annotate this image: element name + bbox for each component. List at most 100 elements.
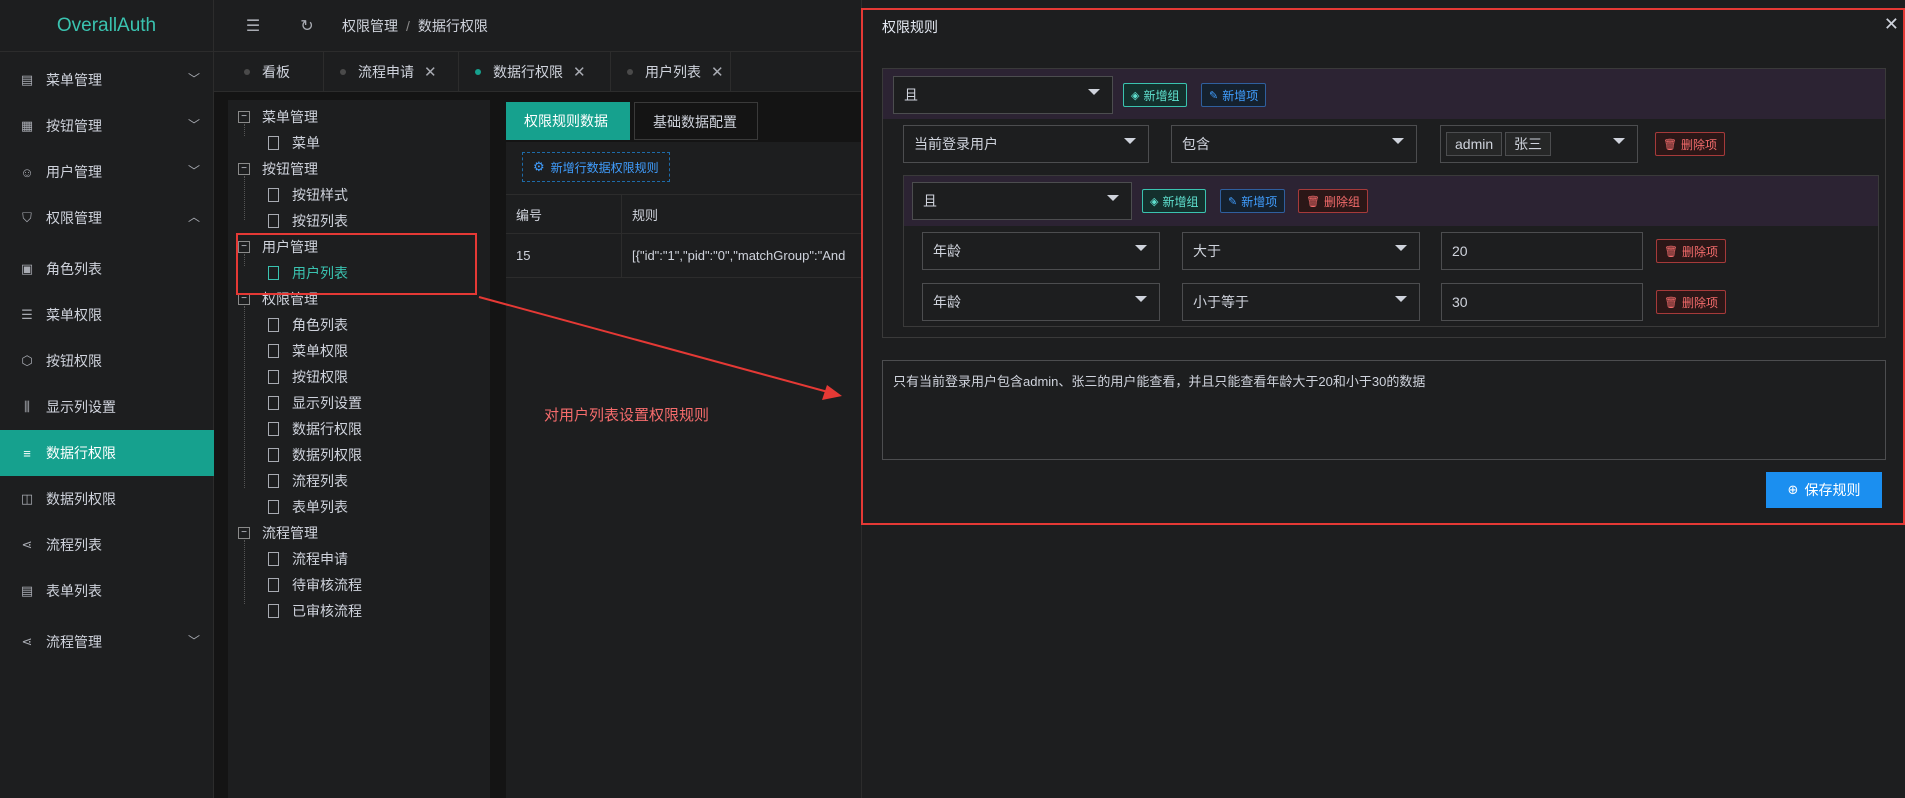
tree-node-row-permission[interactable]: 数据行权限 — [268, 418, 362, 440]
delete-item-label: 删除项 — [1681, 295, 1718, 310]
sidebar-item-role-list[interactable]: ▣ 角色列表 — [0, 246, 214, 292]
field-select-value: 当前登录用户 — [914, 136, 998, 152]
collapse-icon[interactable]: − — [238, 163, 250, 175]
refresh-icon[interactable]: ↻ — [296, 16, 318, 36]
tab-flow-apply[interactable]: 流程申请 ✕ — [324, 52, 459, 92]
tree-node-button-management[interactable]: − 按钮管理 — [238, 158, 318, 180]
value-input[interactable]: 20 — [1441, 232, 1643, 270]
logic-select-value: 且 — [923, 193, 937, 209]
rule-group-inner: 且 ◈ 新增组 ✎ 新增项 🗑 删除组 年龄 大于 20 🗑 删除项 年龄 小于… — [903, 175, 1879, 327]
sidebar-item-label: 用户管理 — [46, 164, 102, 180]
close-icon[interactable]: ✕ — [424, 63, 437, 81]
value-tag[interactable]: 张三 — [1505, 132, 1551, 156]
tree-node-button-list[interactable]: 按钮列表 — [268, 210, 348, 232]
operator-select-value: 包含 — [1182, 136, 1210, 152]
add-row-rule-button[interactable]: ⚙ 新增行数据权限规则 — [522, 152, 670, 182]
tab-dashboard[interactable]: 看板 — [228, 52, 324, 92]
breadcrumb-item[interactable]: 权限管理 — [342, 18, 398, 34]
sidebar-item-column-settings[interactable]: ⫼ 显示列设置 — [0, 384, 214, 430]
close-icon[interactable]: ✕ — [573, 63, 586, 81]
note-icon: ✎ — [1209, 89, 1219, 102]
logic-select-value: 且 — [904, 87, 918, 103]
chevron-down-icon: ﹀ — [187, 118, 200, 132]
document-icon — [268, 500, 279, 514]
add-group-button[interactable]: ◈ 新增组 — [1142, 189, 1207, 213]
tree-node-column-permission[interactable]: 数据列权限 — [268, 444, 362, 466]
field-select[interactable]: 年龄 — [922, 232, 1160, 270]
grid-header-id[interactable]: 编号 — [506, 195, 622, 233]
value-input[interactable]: 30 — [1441, 283, 1643, 321]
sidebar-item-user-management[interactable]: ☺ 用户管理 ﹀ — [0, 149, 214, 195]
sidebar-item-button-permission[interactable]: ⬡ 按钮权限 — [0, 338, 214, 384]
tab-base-config[interactable]: 基础数据配置 — [634, 102, 758, 140]
sidebar-item-flow-list[interactable]: ⋖ 流程列表 — [0, 522, 214, 568]
sidebar-item-flow-management[interactable]: ⋖ 流程管理 ﹀ — [0, 619, 214, 665]
chevron-down-icon: ﹀ — [187, 634, 200, 648]
delete-group-button[interactable]: 🗑 删除组 — [1298, 189, 1368, 213]
add-item-label: 新增项 — [1241, 194, 1278, 209]
operator-select[interactable]: 大于 — [1182, 232, 1420, 270]
sidebar-item-permission-management[interactable]: ⛉ 权限管理 ︿ — [0, 195, 214, 241]
collapse-icon[interactable]: − — [238, 111, 250, 123]
document-icon — [268, 188, 279, 202]
add-group-button[interactable]: ◈ 新增组 — [1123, 83, 1188, 107]
trash-icon: 🗑 — [1663, 138, 1677, 151]
tree-node-menu-management[interactable]: − 菜单管理 — [238, 106, 318, 128]
sidebar-item-label: 按钮权限 — [46, 353, 102, 369]
delete-item-button[interactable]: 🗑 删除项 — [1656, 290, 1726, 314]
sidebar-item-row-permission[interactable]: ≡ 数据行权限 — [0, 430, 214, 476]
tree-node-approved-flow[interactable]: 已审核流程 — [268, 600, 362, 622]
share-icon: ⋖ — [21, 537, 33, 552]
tree-node-form-list[interactable]: 表单列表 — [268, 496, 348, 518]
sidebar-item-column-permission[interactable]: ◫ 数据列权限 — [0, 476, 214, 522]
tab-row-permission[interactable]: 数据行权限 ✕ — [459, 52, 611, 92]
collapse-menu-icon[interactable]: ☰ — [242, 16, 264, 36]
value-tag[interactable]: admin — [1446, 132, 1503, 156]
save-rule-button[interactable]: ⊕ 保存规则 — [1766, 472, 1882, 508]
tree-node-flow-management[interactable]: − 流程管理 — [238, 522, 318, 544]
tree-node-button-permission[interactable]: 按钮权限 — [268, 366, 348, 388]
close-icon[interactable]: ✕ — [711, 63, 724, 81]
tab-dot — [244, 69, 250, 75]
sidebar-item-button-management[interactable]: ▦ 按钮管理 ﹀ — [0, 103, 214, 149]
field-select[interactable]: 当前登录用户 — [903, 125, 1149, 163]
document-icon — [268, 578, 279, 592]
collapse-icon[interactable]: − — [238, 527, 250, 539]
trash-icon: 🗑 — [1664, 296, 1678, 309]
tree-node-button-style[interactable]: 按钮样式 — [268, 184, 348, 206]
tab-user-list[interactable]: 用户列表 ✕ — [611, 52, 731, 92]
tree-node-menu[interactable]: 菜单 — [268, 132, 320, 154]
shield-icon: ⛉ — [22, 210, 32, 225]
save-rule-label: 保存规则 — [1804, 482, 1861, 498]
logic-select[interactable]: 且 — [893, 76, 1113, 114]
tab-dot — [627, 69, 633, 75]
sidebar-item-label: 数据行权限 — [46, 445, 116, 461]
tree-node-flow-apply[interactable]: 流程申请 — [268, 548, 348, 570]
logic-select[interactable]: 且 — [912, 182, 1132, 220]
rule-description-textarea[interactable]: 只有当前登录用户包含admin、张三的用户能查看，并且只能查看年龄大于20和小于… — [882, 360, 1886, 460]
add-item-button[interactable]: ✎ 新增项 — [1201, 83, 1267, 107]
sidebar-item-label: 流程列表 — [46, 537, 102, 553]
delete-group-label: 删除组 — [1323, 194, 1360, 209]
delete-item-button[interactable]: 🗑 删除项 — [1656, 239, 1726, 263]
tree-node-column-settings[interactable]: 显示列设置 — [268, 392, 362, 414]
add-item-button[interactable]: ✎ 新增项 — [1220, 189, 1286, 213]
button-icon: ▦ — [20, 118, 34, 133]
tree-node-menu-permission[interactable]: 菜单权限 — [268, 340, 348, 362]
delete-item-button[interactable]: 🗑 删除项 — [1655, 132, 1725, 156]
sidebar-item-form-list[interactable]: ▤ 表单列表 — [0, 568, 214, 614]
delete-item-label: 删除项 — [1681, 244, 1718, 259]
tree-node-pending-flow[interactable]: 待审核流程 — [268, 574, 362, 596]
sidebar-item-menu-permission[interactable]: ☰ 菜单权限 — [0, 292, 214, 338]
tree-node-flow-list[interactable]: 流程列表 — [268, 470, 348, 492]
menu-tree: − 菜单管理 菜单 − 按钮管理 按钮样式 按钮列表 − 用户管理 用户列表 − 权限管… — [228, 100, 490, 798]
document-icon — [268, 318, 279, 332]
sidebar-item-menu-management[interactable]: ▤ 菜单管理 ﹀ — [0, 57, 214, 103]
tab-rule-data[interactable]: 权限规则数据 — [506, 102, 630, 140]
field-select[interactable]: 年龄 — [922, 283, 1160, 321]
operator-select[interactable]: 小于等于 — [1182, 283, 1420, 321]
tree-node-role-list[interactable]: 角色列表 — [268, 314, 348, 336]
close-icon[interactable]: ✕ — [1884, 14, 1899, 35]
delete-item-label: 删除项 — [1680, 137, 1717, 152]
operator-select[interactable]: 包含 — [1171, 125, 1417, 163]
